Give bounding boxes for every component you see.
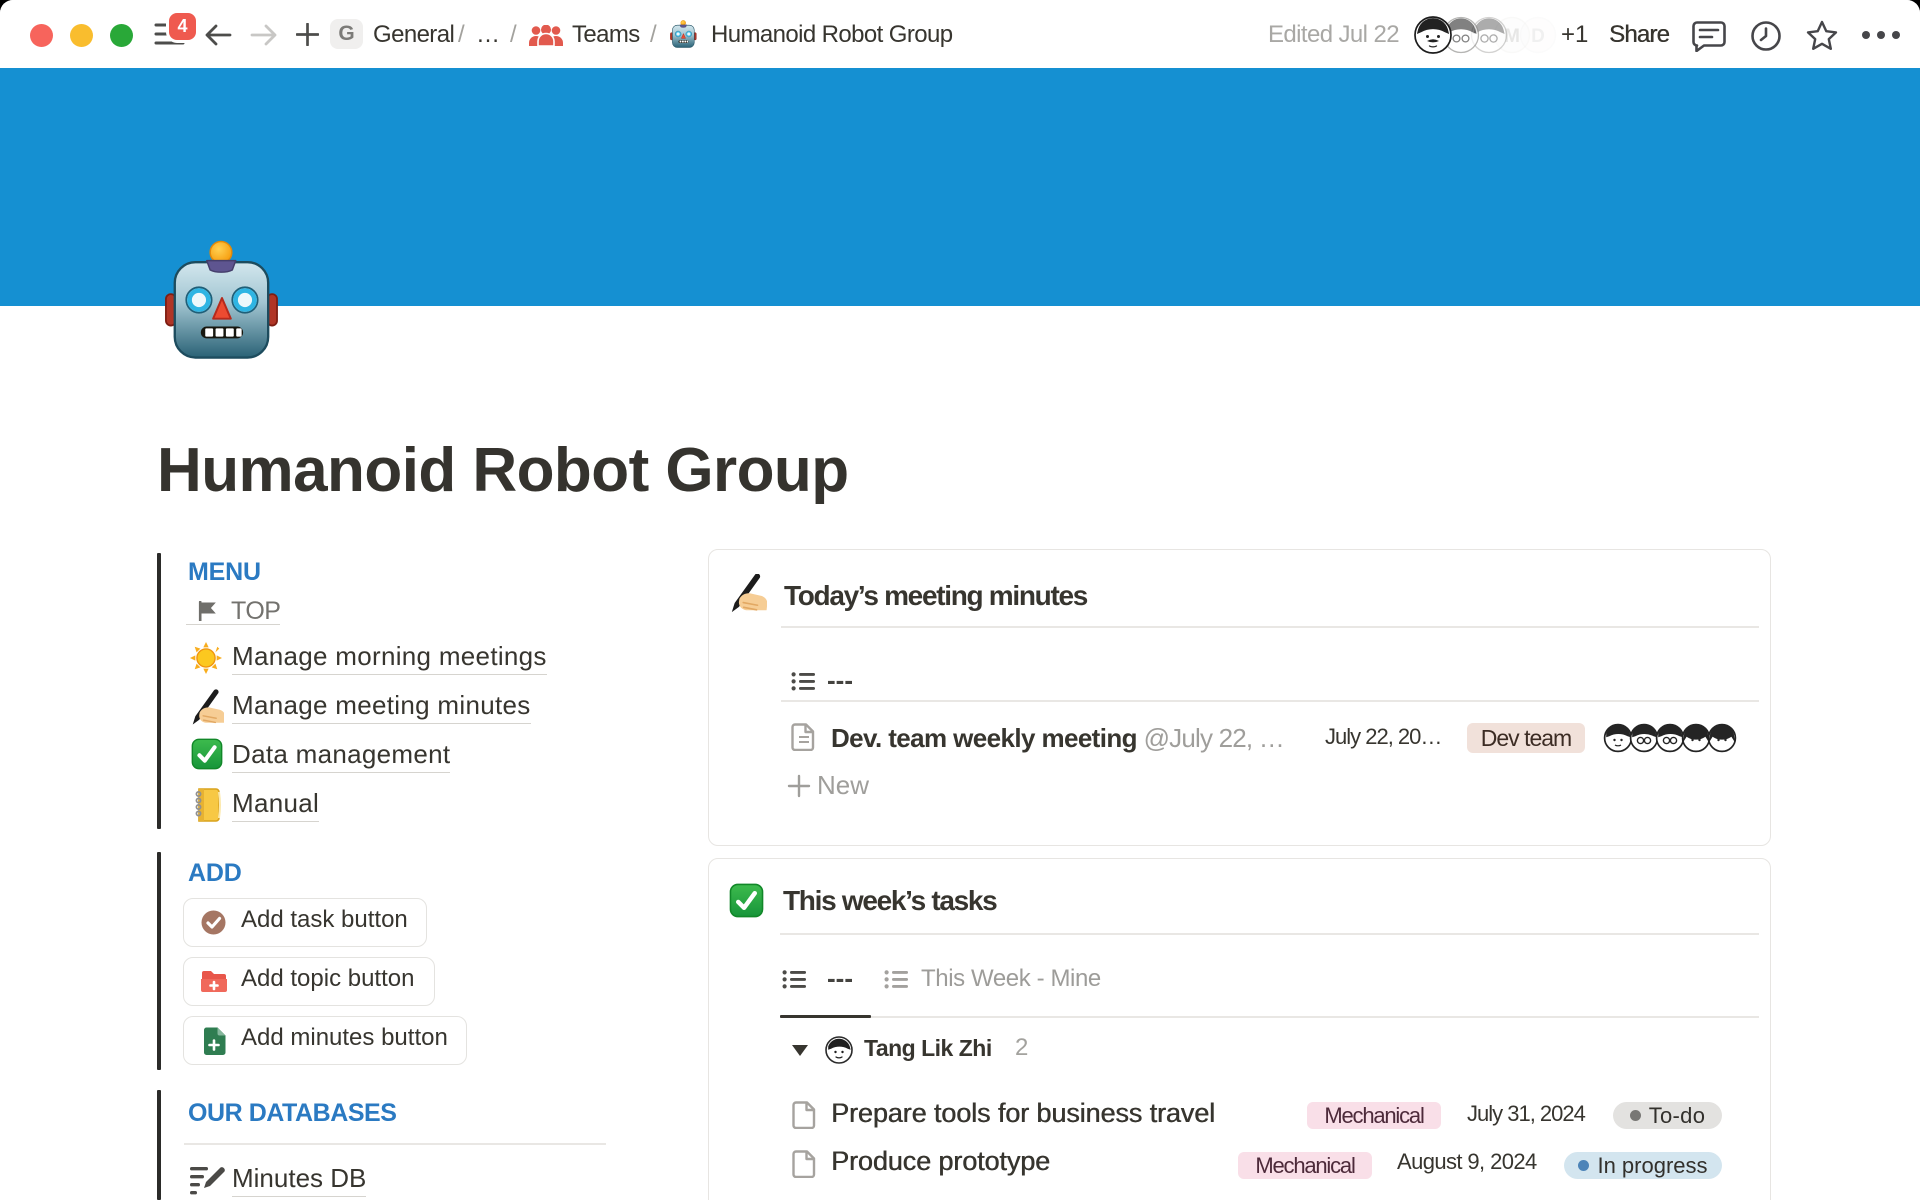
svg-text:D: D xyxy=(1531,26,1545,47)
